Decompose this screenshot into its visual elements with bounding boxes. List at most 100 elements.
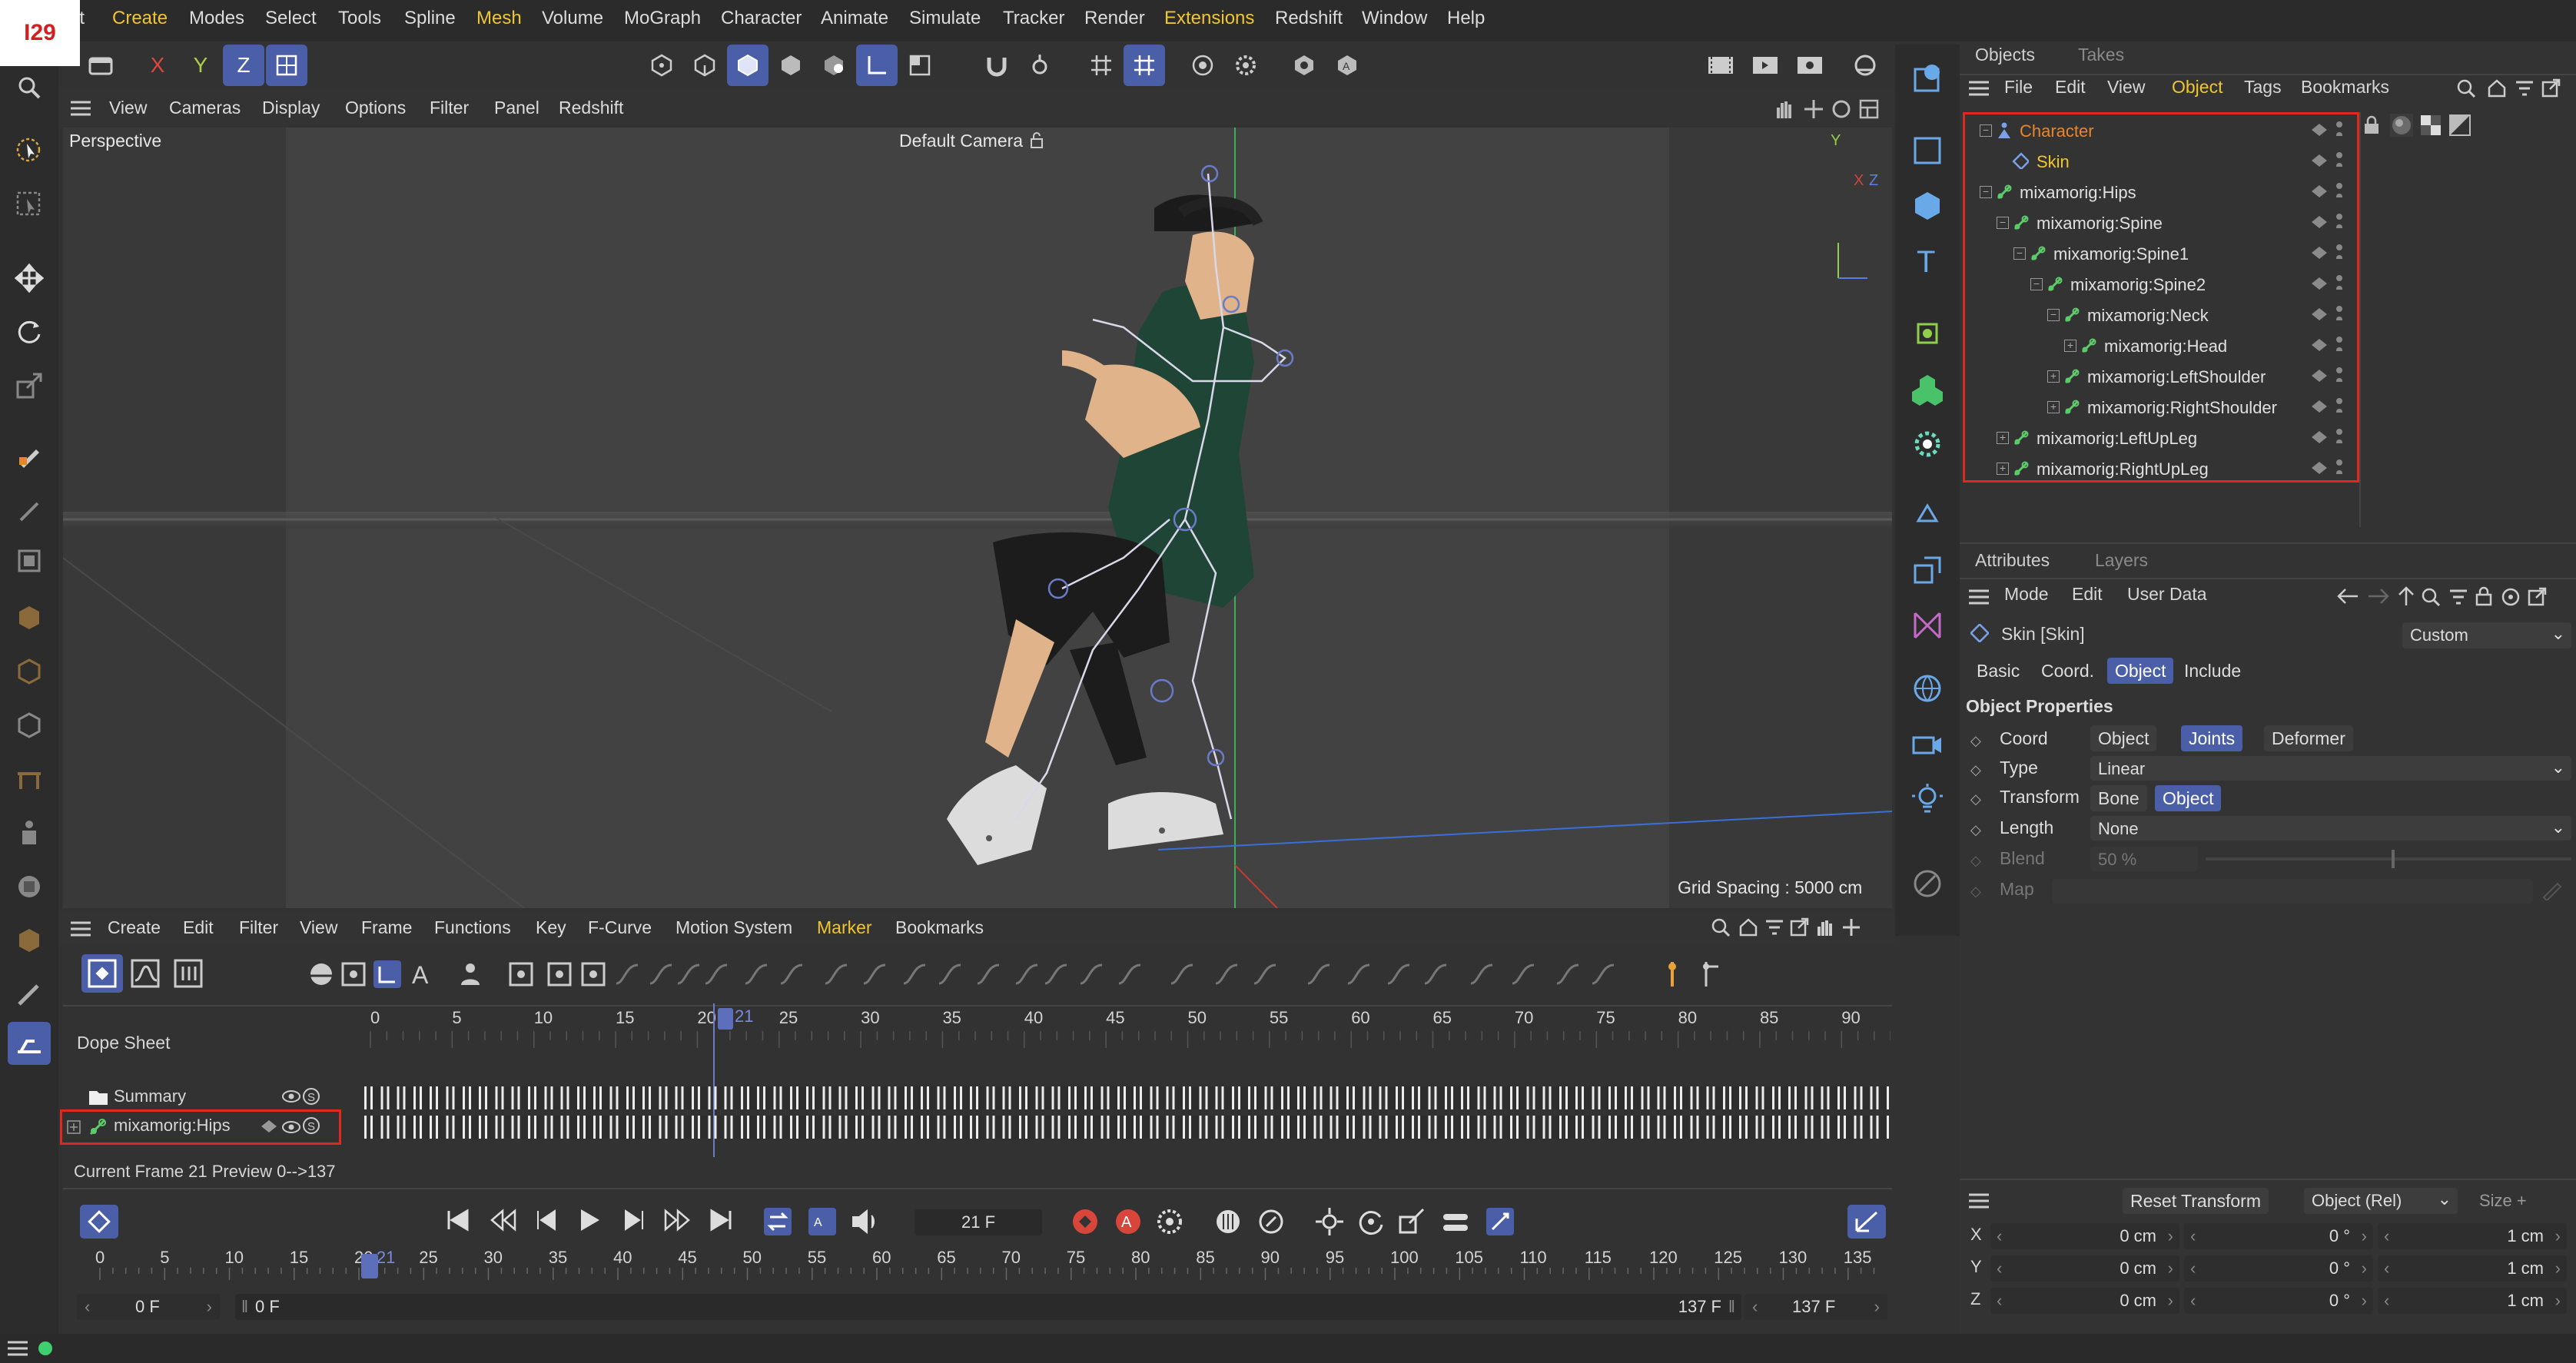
keyframe-diamond-icon[interactable]: ◇ bbox=[1970, 791, 1981, 808]
playback-frame-handle[interactable] bbox=[361, 1254, 378, 1278]
bridge-tool-icon[interactable] bbox=[8, 758, 51, 801]
preview-range-bar[interactable]: ‖ 0 F 137 F ‖ bbox=[235, 1294, 1741, 1320]
timeline-menu-frame[interactable]: Frame bbox=[361, 917, 412, 938]
lock-x-axis-button[interactable]: X bbox=[137, 45, 178, 86]
menu-create[interactable]: Create bbox=[112, 8, 168, 29]
key-filter-icon[interactable] bbox=[1254, 1205, 1288, 1239]
viewport-menu-redshift[interactable]: Redshift bbox=[559, 98, 623, 118]
coord-mode-dropdown[interactable]: Object (Rel) ⌄ bbox=[2304, 1188, 2458, 1214]
cloner-icon[interactable] bbox=[1904, 366, 1950, 412]
workplane-grid-icon[interactable] bbox=[1081, 45, 1122, 86]
timeline-tool-icon[interactable] bbox=[1466, 959, 1497, 990]
attributes-menu-mode[interactable]: Mode bbox=[2004, 584, 2049, 605]
decrement-arrow-icon[interactable]: ‹ bbox=[2190, 1226, 2196, 1246]
snap-magnet-icon[interactable] bbox=[976, 45, 1017, 86]
viewport-menu-cameras[interactable]: Cameras bbox=[169, 98, 241, 118]
menu-mograph[interactable]: MoGraph bbox=[624, 8, 701, 29]
dope-sheet-mode-icon[interactable] bbox=[81, 954, 123, 993]
timeline-tool-icon[interactable]: A bbox=[406, 959, 437, 990]
attributes-new-window-icon[interactable] bbox=[2527, 587, 2547, 612]
timeline-tool-icon[interactable] bbox=[338, 959, 369, 990]
increment-arrow-icon[interactable]: › bbox=[2555, 1259, 2561, 1278]
timeline-tool-icon[interactable] bbox=[899, 959, 930, 990]
timeline-tool-icon[interactable] bbox=[1695, 959, 1726, 990]
subtab-coord[interactable]: Coord. bbox=[2033, 658, 2102, 684]
figure-tool-icon[interactable] bbox=[8, 811, 51, 854]
square-spline-icon[interactable] bbox=[1904, 128, 1950, 174]
timeline-move-icon[interactable] bbox=[1841, 917, 1861, 942]
tag-tool-icon[interactable] bbox=[1904, 861, 1950, 907]
objects-menu-bookmarks[interactable]: Bookmarks bbox=[2301, 77, 2389, 98]
position-field[interactable]: ‹ 0 cm › bbox=[1990, 1255, 2179, 1282]
search-icon[interactable] bbox=[8, 66, 51, 109]
fcurve-mode-icon[interactable] bbox=[124, 954, 166, 993]
objects-menu-tags[interactable]: Tags bbox=[2244, 77, 2282, 98]
timeline-tool-icon[interactable] bbox=[1420, 959, 1451, 990]
menu-redshift[interactable]: Redshift bbox=[1275, 8, 1343, 29]
rotate-icon[interactable] bbox=[8, 310, 51, 353]
timeline-tool-icon[interactable] bbox=[1588, 959, 1618, 990]
attributes-lock-icon[interactable] bbox=[2475, 585, 2493, 612]
timeline-menu-create[interactable]: Create bbox=[108, 917, 161, 938]
viewport-layout-icon[interactable] bbox=[1858, 98, 1880, 124]
objects-menu-view[interactable]: View bbox=[2107, 77, 2145, 98]
keyframe-mode-icon[interactable] bbox=[80, 1205, 118, 1239]
decrement-arrow-icon[interactable]: ‹ bbox=[2190, 1291, 2196, 1311]
snap-settings-icon[interactable] bbox=[1019, 45, 1061, 86]
sculpt-brush-icon[interactable] bbox=[8, 435, 51, 478]
timeline-menu-key[interactable]: Key bbox=[536, 917, 566, 938]
increment-arrow-icon[interactable]: › bbox=[2362, 1291, 2367, 1311]
viewport-pan-icon[interactable] bbox=[1774, 98, 1795, 124]
menu-modes[interactable]: Modes bbox=[189, 8, 244, 29]
coord-option-deformer[interactable]: Deformer bbox=[2264, 725, 2353, 751]
decrement-arrow-icon[interactable]: ‹ bbox=[2190, 1259, 2196, 1278]
size-mode-dropdown[interactable]: Size + bbox=[2479, 1191, 2527, 1211]
current-frame-handle[interactable] bbox=[718, 1008, 733, 1030]
objects-hamburger-icon[interactable] bbox=[1969, 80, 1989, 101]
increment-arrow-icon[interactable]: › bbox=[2168, 1291, 2173, 1311]
forward-arrow-icon[interactable] bbox=[2367, 587, 2390, 610]
summary-visibility-icon[interactable] bbox=[281, 1088, 301, 1109]
cube-object-icon[interactable] bbox=[1904, 183, 1950, 229]
viewport-menu-filter[interactable]: Filter bbox=[430, 98, 469, 118]
objects-menu-edit[interactable]: Edit bbox=[2055, 77, 2086, 98]
rotation-field[interactable]: ‹ 0 ° › bbox=[2184, 1223, 2373, 1249]
attributes-search-icon[interactable] bbox=[2421, 587, 2441, 612]
menu-select[interactable]: Select bbox=[265, 8, 317, 29]
keyframe-settings-icon[interactable] bbox=[1153, 1205, 1187, 1239]
viewport-menu-panel[interactable]: Panel bbox=[494, 98, 539, 118]
camera-label[interactable]: Default Camera bbox=[899, 131, 1023, 151]
move-icon[interactable] bbox=[8, 257, 51, 300]
objects-search-icon[interactable] bbox=[2456, 78, 2476, 103]
objects-new-window-icon[interactable] bbox=[2541, 78, 2561, 103]
timeline-tool-icon[interactable] bbox=[1211, 959, 1242, 990]
paint-tool-icon[interactable] bbox=[8, 865, 51, 908]
timeline-search-icon[interactable] bbox=[1711, 917, 1731, 942]
transform-option-object[interactable]: Object bbox=[2155, 785, 2222, 811]
timeline-pan-icon[interactable] bbox=[1815, 917, 1835, 942]
timeline-tool-icon[interactable] bbox=[372, 959, 403, 990]
current-frame-field[interactable]: 21 F bbox=[915, 1209, 1042, 1235]
character-object-icon[interactable] bbox=[1904, 602, 1950, 648]
timeline-menu-view[interactable]: View bbox=[300, 917, 337, 938]
decrement-arrow-icon[interactable]: ‹ bbox=[1997, 1291, 2002, 1311]
perspective-viewport[interactable]: Perspective Default Camera Y Z X Grid Sp… bbox=[63, 128, 1892, 908]
timeline-menu-edit[interactable]: Edit bbox=[183, 917, 214, 938]
length-dropdown[interactable]: None ⌄ bbox=[2090, 816, 2571, 841]
timeline-tool-icon[interactable] bbox=[1657, 959, 1688, 990]
next-key-icon[interactable] bbox=[662, 1205, 696, 1239]
polygons-mode-icon[interactable] bbox=[727, 45, 768, 86]
timeline-tool-icon[interactable] bbox=[1383, 959, 1414, 990]
menu-extensions[interactable]: Extensions bbox=[1164, 8, 1254, 29]
timeline-tool-icon[interactable] bbox=[859, 959, 890, 990]
menu-help[interactable]: Help bbox=[1447, 8, 1485, 29]
attributes-menu-edit[interactable]: Edit bbox=[2072, 584, 2103, 605]
live-selection-icon[interactable] bbox=[8, 129, 51, 172]
menu-animate[interactable]: Animate bbox=[821, 8, 888, 29]
objects-menu-file[interactable]: File bbox=[2004, 77, 2033, 98]
menu-window[interactable]: Window bbox=[1362, 8, 1427, 29]
timeline-tool-icon[interactable] bbox=[1250, 959, 1280, 990]
subtab-include[interactable]: Include bbox=[2176, 658, 2249, 684]
viewport-orbit-icon[interactable] bbox=[1831, 98, 1852, 124]
viewport-menu-display[interactable]: Display bbox=[262, 98, 320, 118]
